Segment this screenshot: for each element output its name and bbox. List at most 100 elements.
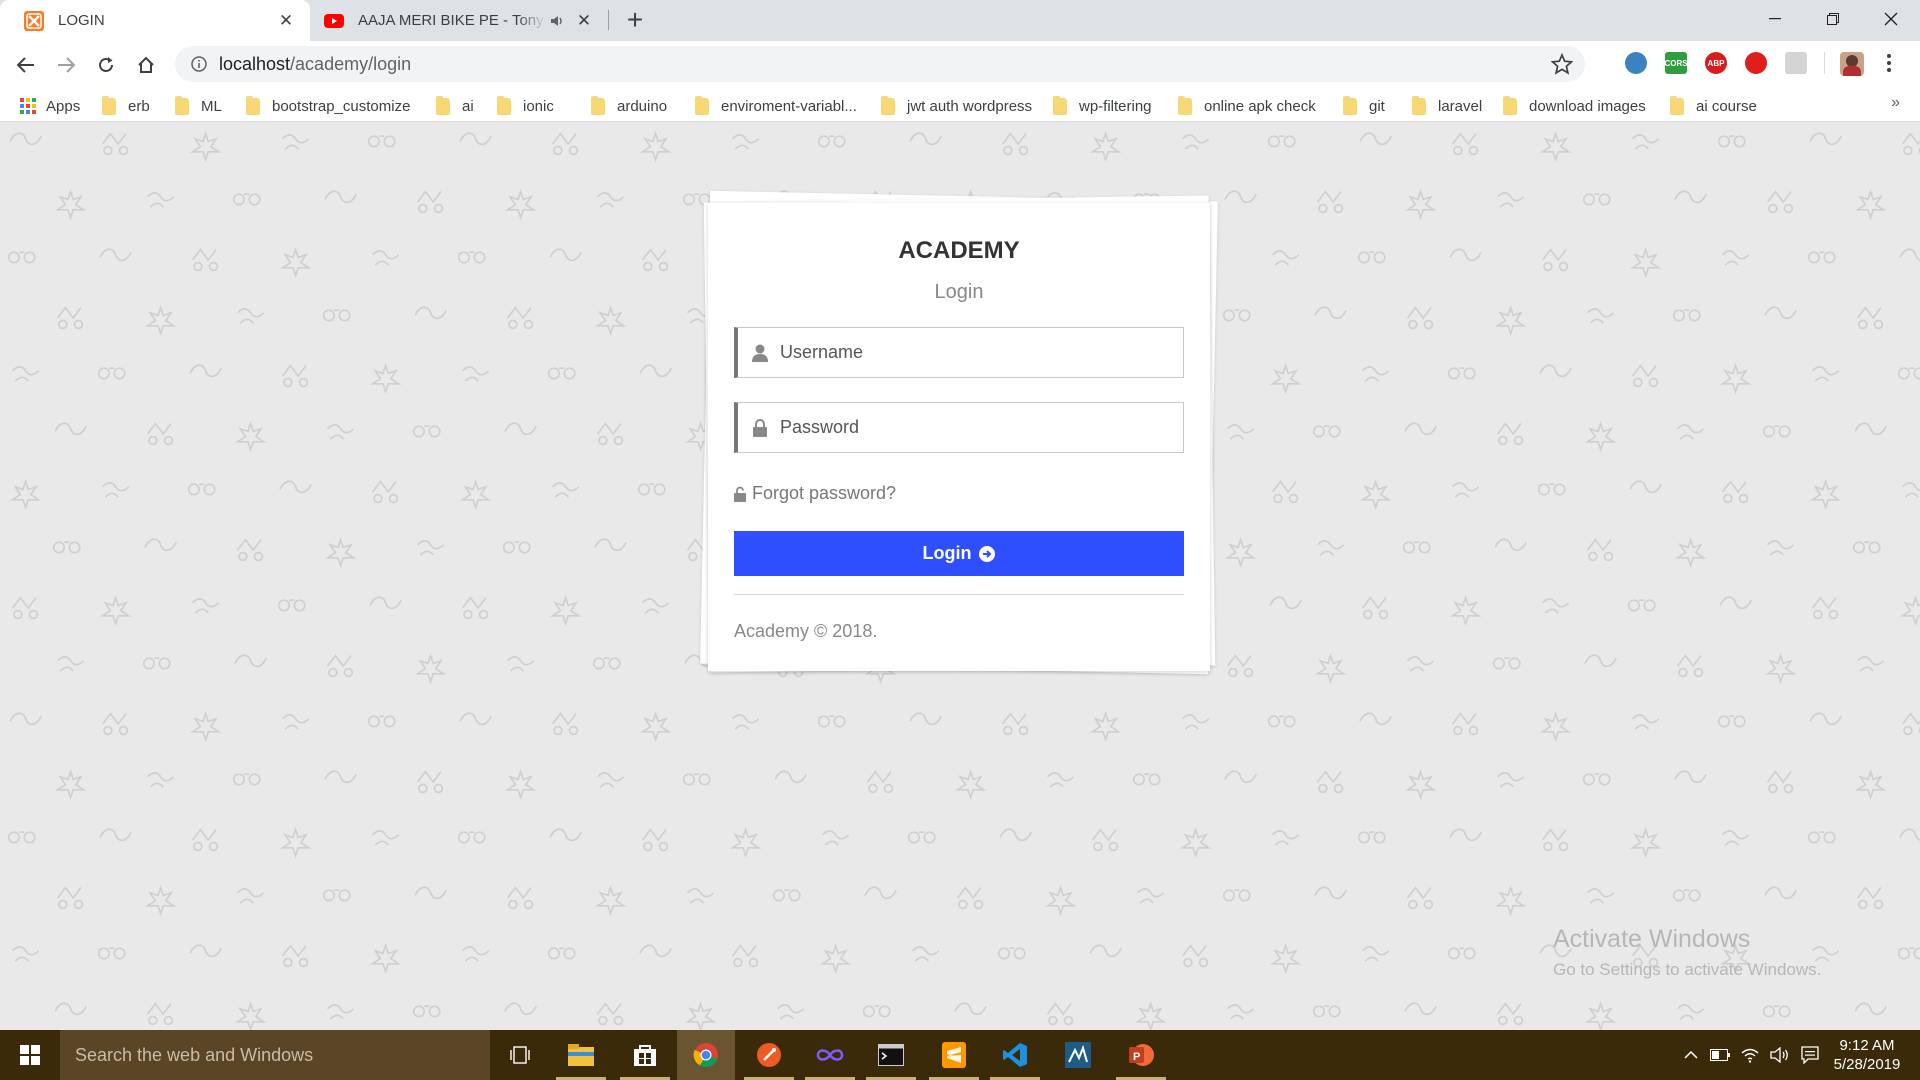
profile-avatar[interactable] (1840, 52, 1864, 76)
doodle-shape (54, 1002, 87, 1016)
doodle-shape (1496, 422, 1524, 446)
adblock-icon[interactable] (1745, 52, 1767, 74)
bookmark-star-icon[interactable] (1550, 52, 1574, 75)
bookmark-folder[interactable]: ai course (1670, 95, 1757, 116)
login-button[interactable]: Login (734, 531, 1184, 576)
home-button[interactable] (130, 49, 162, 81)
doodle-shape (1584, 420, 1617, 453)
adblock-plus-icon[interactable]: ABP (1705, 52, 1727, 74)
bookmark-folder[interactable]: laravel (1412, 95, 1482, 116)
minimize-button[interactable] (1746, 0, 1804, 38)
bookmark-folder[interactable]: erb (102, 95, 150, 116)
tab-login[interactable]: LOGIN ✕ (0, 0, 310, 41)
bookmark-folder[interactable]: ionic (497, 95, 554, 116)
taskbar-app-button[interactable] (925, 1030, 983, 1080)
doodle-shape (642, 598, 670, 614)
password-field[interactable] (734, 402, 1184, 453)
doodle-shape (56, 306, 84, 330)
bookmark-folder[interactable]: online apk check (1178, 95, 1316, 116)
show-hidden-icons-icon[interactable] (1680, 1030, 1702, 1080)
taskbar-search-box[interactable]: Search the web and Windows (60, 1030, 490, 1080)
bookmark-folder[interactable]: git (1343, 95, 1385, 116)
bookmark-folder[interactable]: arduino (591, 95, 667, 116)
doodle-shape (1447, 367, 1476, 380)
grey-extension-icon[interactable] (1785, 52, 1807, 74)
doodle-shape (1764, 306, 1797, 320)
taskbar-app-button[interactable]: P (1112, 1030, 1170, 1080)
tab-separator (608, 10, 609, 30)
bookmarks-overflow-icon[interactable]: » (1891, 94, 1900, 112)
battery-icon[interactable] (1708, 1030, 1732, 1080)
doodle-shape (101, 712, 129, 736)
doodle-shape (1447, 947, 1476, 960)
doodle-shape (1091, 828, 1119, 852)
bookmark-folder[interactable]: jwt auth wordpress (881, 95, 1032, 116)
login-subtitle: Login (934, 281, 984, 303)
bookmark-folder[interactable]: ML (175, 95, 222, 116)
doodle-shape (1132, 773, 1161, 786)
doodle-shape (54, 422, 87, 436)
new-tab-button[interactable]: + (620, 6, 650, 36)
doodle-shape (507, 656, 535, 672)
infinity-app-icon (816, 1048, 844, 1062)
doodle-shape (1362, 946, 1390, 962)
taskbar-app-button[interactable] (616, 1030, 674, 1080)
reload-button[interactable] (90, 49, 122, 81)
taskbar-app-button[interactable] (552, 1030, 610, 1080)
close-tab-icon[interactable]: ✕ (572, 9, 596, 33)
close-window-button[interactable] (1862, 0, 1920, 38)
taskbar-app-button[interactable] (862, 1030, 920, 1080)
doodle-shape (547, 947, 576, 960)
forward-button[interactable] (50, 49, 82, 81)
back-button[interactable] (10, 49, 42, 81)
bookmark-folder[interactable]: wp-filtering (1053, 95, 1152, 116)
forgot-password-link[interactable]: Forgot password? (734, 483, 896, 504)
close-tab-icon[interactable]: ✕ (274, 9, 298, 33)
taskbar-app-button[interactable] (677, 1030, 735, 1080)
bookmark-folder[interactable]: download images (1503, 95, 1646, 116)
system-clock[interactable]: 9:12 AM 5/28/2019 (1824, 1036, 1910, 1074)
site-info-icon[interactable] (189, 54, 209, 74)
doodle-shape (639, 364, 672, 378)
bookmark-folder[interactable]: ai (436, 95, 474, 116)
doodle-shape (234, 654, 267, 668)
start-button[interactable] (0, 1030, 60, 1080)
taskbar-app-button[interactable] (1049, 1030, 1107, 1080)
restore-button[interactable] (1804, 0, 1862, 38)
bookmark-label: online apk check (1204, 97, 1316, 115)
address-bar[interactable]: localhost/academy/login (175, 46, 1585, 82)
doodle-shape (1452, 482, 1480, 498)
doodle-shape (1271, 480, 1299, 504)
tab-youtube[interactable]: AAJA MERI BIKE PE - Tony Ka ✕ (300, 0, 608, 41)
password-input[interactable] (780, 417, 1183, 438)
bookmark-apps[interactable]: Apps (20, 96, 80, 116)
taskbar-app-button[interactable] (740, 1030, 798, 1080)
notifications-icon[interactable] (1798, 1030, 1822, 1080)
taskbar-app-button[interactable] (491, 1030, 549, 1080)
chrome-menu-icon[interactable] (1886, 53, 1892, 73)
cors-extension-icon[interactable]: CORS (1664, 52, 1688, 74)
taskbar-app-button[interactable] (986, 1030, 1044, 1080)
speaker-icon[interactable] (546, 15, 568, 27)
doodle-shape (1492, 657, 1521, 670)
folder-icon (1670, 95, 1684, 115)
wifi-icon[interactable] (1738, 1030, 1762, 1080)
doodle-shape (1897, 367, 1920, 380)
doodle-shape (1404, 1002, 1437, 1016)
doodle-shape (774, 770, 807, 784)
doodle-shape (279, 826, 312, 859)
doodle-shape (1541, 248, 1569, 272)
doodle-shape (191, 248, 219, 272)
bookmark-folder[interactable]: bootstrap_customize (246, 95, 410, 116)
volume-icon[interactable] (1768, 1030, 1792, 1080)
taskbar-app-button[interactable] (801, 1030, 859, 1080)
bookmark-folder[interactable]: enviroment-variabl... (695, 95, 857, 116)
doodle-shape (1722, 250, 1750, 266)
username-field[interactable] (734, 327, 1184, 378)
doodle-shape (327, 1004, 355, 1020)
doodle-shape (1357, 831, 1386, 844)
blue-circle-extension-icon[interactable] (1625, 52, 1647, 74)
sublime-text-icon (942, 1042, 966, 1068)
url-text[interactable]: localhost/academy/login (219, 54, 411, 75)
username-input[interactable] (780, 342, 1183, 363)
